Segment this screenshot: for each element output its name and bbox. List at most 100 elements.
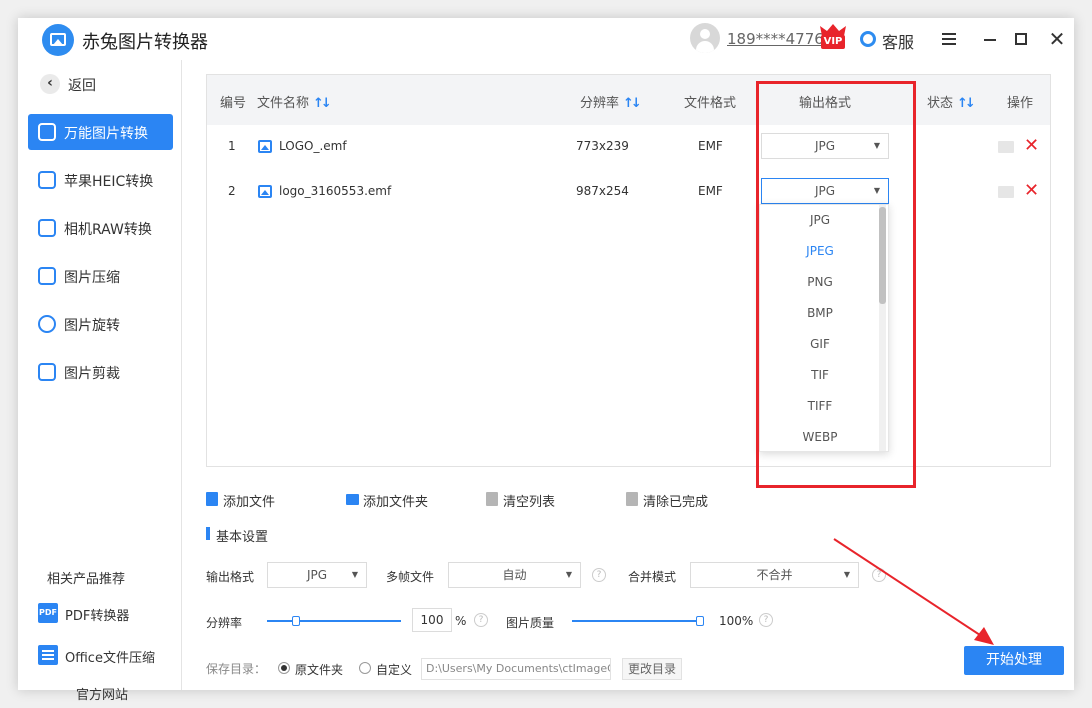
row-index: 1 <box>228 139 236 153</box>
add-folder-icon <box>346 494 359 505</box>
customer-service-icon[interactable] <box>860 31 876 47</box>
change-dir-button[interactable]: 更改目录 <box>622 658 683 680</box>
folder-icon[interactable] <box>998 186 1014 198</box>
percent-sign: % <box>455 614 467 628</box>
related-products-title: 相关产品推荐 <box>47 572 126 587</box>
row-output-select[interactable]: JPG ▼ <box>761 133 889 159</box>
sidebar-item-universal-convert[interactable]: 万能图片转换 <box>28 114 173 150</box>
sidebar-item-compress[interactable]: 图片压缩 <box>28 258 173 294</box>
broom-icon <box>626 492 638 506</box>
crop-icon <box>38 363 56 381</box>
multiframe-value: 自动 <box>502 568 527 582</box>
vip-crown-icon[interactable]: VIP <box>820 24 846 50</box>
back-label: 返回 <box>68 78 96 94</box>
office-compress-label: Office文件压缩 <box>65 651 155 666</box>
dropdown-option[interactable]: TIFF <box>760 391 880 422</box>
clear-done-label: 清除已完成 <box>643 495 709 510</box>
row-output-value: JPG <box>814 184 836 198</box>
quality-value: 100% <box>719 614 754 628</box>
merge-mode-value: 不合并 <box>756 568 793 582</box>
dropdown-option[interactable]: WEBP <box>760 422 880 453</box>
col-resolution[interactable]: 分辨率 ↑↓ <box>580 92 642 111</box>
sort-icon[interactable]: ↑↓ <box>957 96 976 111</box>
maximize-icon[interactable] <box>1008 26 1034 52</box>
row-output-select[interactable]: JPG ▼ <box>761 178 889 204</box>
file-table: 编号 文件名称 ↑↓ 分辨率 ↑↓ 文件格式 输出格式 状态 ↑↓ 操作 1 LOGO… <box>206 74 1051 467</box>
user-avatar-icon[interactable] <box>690 23 720 53</box>
pdf-icon: PDF <box>38 603 58 623</box>
delete-icon[interactable]: ✕ <box>1024 180 1039 201</box>
section-accent-bar <box>206 527 210 540</box>
col-filename[interactable]: 文件名称 ↑↓ <box>257 92 332 111</box>
sort-icon[interactable]: ↑↓ <box>623 96 642 111</box>
app-window: 赤兔图片转换器 189****4776 VIP 客服 ✕ ‹ 返回 万能图片转换 <box>18 18 1074 703</box>
sidebar-item-heic-convert[interactable]: 苹果HEIC转换 <box>28 162 173 198</box>
row-resolution: 987x254 <box>576 184 629 198</box>
scrollbar-thumb[interactable] <box>879 207 886 304</box>
add-folder-label: 添加文件夹 <box>363 495 429 510</box>
sort-icon[interactable]: ↑↓ <box>313 96 332 111</box>
dropdown-option[interactable]: JPG <box>760 205 880 236</box>
col-status-label: 状态 <box>927 96 954 111</box>
save-path-input[interactable]: D:\Users\My Documents\ctImageC <box>421 658 611 680</box>
start-process-button[interactable]: 开始处理 <box>964 646 1064 675</box>
slider-thumb[interactable] <box>696 616 704 626</box>
row-filename: logo_3160553.emf <box>279 184 392 198</box>
folder-icon[interactable] <box>998 141 1014 153</box>
image-file-icon <box>258 185 272 198</box>
custom-folder-label[interactable]: 自定义 <box>376 661 412 678</box>
add-file-icon <box>206 492 218 506</box>
sidebar-item-label: 苹果HEIC转换 <box>64 174 154 190</box>
delete-icon[interactable]: ✕ <box>1024 135 1039 156</box>
vip-label: VIP <box>821 35 845 49</box>
quality-slider[interactable] <box>572 616 704 626</box>
help-icon[interactable]: ? <box>592 568 606 582</box>
original-folder-label[interactable]: 原文件夹 <box>295 661 343 678</box>
col-index: 编号 <box>220 96 247 111</box>
compress-icon <box>38 267 56 285</box>
row-output-value: JPG <box>814 139 836 153</box>
col-status[interactable]: 状态 ↑↓ <box>927 92 976 111</box>
sidebar-item-label: 图片剪裁 <box>64 366 120 382</box>
broom-icon <box>486 492 498 506</box>
resolution-label: 分辨率 <box>206 616 243 630</box>
sidebar-item-raw-convert[interactable]: 相机RAW转换 <box>28 210 173 246</box>
sidebar-item-label: 图片压缩 <box>64 270 120 286</box>
dropdown-option[interactable]: BMP <box>760 298 880 329</box>
dropdown-option[interactable]: JPEG <box>760 236 880 267</box>
sidebar-item-rotate[interactable]: 图片旋转 <box>28 306 173 342</box>
dropdown-option[interactable]: PNG <box>760 267 880 298</box>
help-icon[interactable]: ? <box>759 613 773 627</box>
resolution-slider[interactable] <box>267 616 401 626</box>
dropdown-option[interactable]: TIF <box>760 360 880 391</box>
col-format: 文件格式 <box>684 96 737 111</box>
image-file-icon <box>258 140 272 153</box>
user-phone-link[interactable]: 189****4776 <box>727 30 824 48</box>
resolution-input[interactable]: 100 <box>412 608 452 632</box>
sidebar-item-crop[interactable]: 图片剪裁 <box>28 354 173 390</box>
image-convert-icon <box>38 123 56 141</box>
official-site-link[interactable]: 官方网站 <box>76 684 128 703</box>
table-row[interactable]: 2 logo_3160553.emf 987x254 EMF JPG ▼ ✕ <box>207 170 1050 214</box>
col-output: 输出格式 <box>799 96 852 111</box>
dropdown-option[interactable]: GIF <box>760 329 880 360</box>
help-icon[interactable]: ? <box>474 613 488 627</box>
heic-icon <box>38 171 56 189</box>
dropdown-scrollbar[interactable] <box>879 205 886 451</box>
image-quality-label: 图片质量 <box>506 616 555 630</box>
slider-thumb[interactable] <box>292 616 300 626</box>
menu-icon[interactable] <box>936 26 962 52</box>
multiframe-select[interactable]: 自动 ▼ <box>448 562 581 588</box>
output-format-select[interactable]: JPG ▼ <box>267 562 367 588</box>
close-window-icon[interactable]: ✕ <box>1044 26 1070 52</box>
output-format-value: JPG <box>306 568 328 582</box>
annotation-arrow <box>833 538 994 645</box>
minimize-icon[interactable] <box>978 26 1004 52</box>
original-folder-radio[interactable] <box>278 662 290 674</box>
output-format-dropdown[interactable]: JPG JPEG PNG BMP GIF TIF TIFF WEBP <box>759 204 889 452</box>
row-resolution: 773x239 <box>576 139 629 153</box>
office-icon <box>38 645 58 665</box>
custom-folder-radio[interactable] <box>359 662 371 674</box>
customer-service-link[interactable]: 客服 <box>882 29 914 53</box>
table-row[interactable]: 1 LOGO_.emf 773x239 EMF JPG ▼ ✕ <box>207 125 1050 169</box>
